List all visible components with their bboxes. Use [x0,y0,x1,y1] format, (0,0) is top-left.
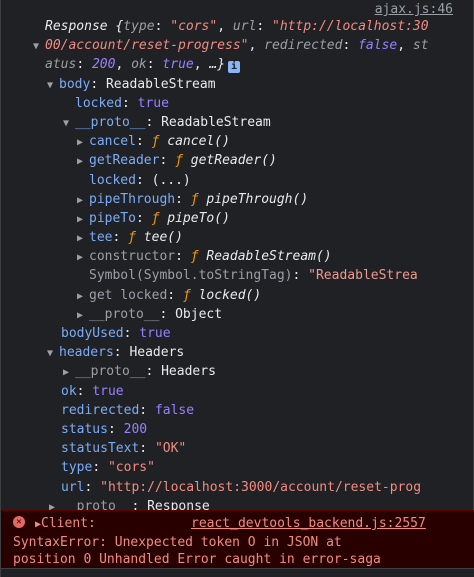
tree-row-proto-headers[interactable]: ▶ __proto__: Headers [1,362,474,381]
error-circle-icon: ✕ [13,516,25,528]
arrow-right-icon[interactable]: ▶ [63,363,75,381]
arrow-down-icon[interactable]: ▼ [47,344,59,362]
error-header[interactable]: ▶Client: [35,514,96,534]
tree-row-proto-readablestream[interactable]: ▼ __proto__: ReadableStream [1,113,474,132]
error-client-label: Client: [41,516,96,531]
arrow-down-icon[interactable]: ▼ [63,114,75,132]
tree-row-pipeto[interactable]: ▶ pipeTo: ƒ pipeTo() [1,209,474,228]
tree-row-symbol-tostringtag[interactable]: Symbol(Symbol.toStringTag): "ReadableStr… [1,266,474,285]
tree-row-bodyused[interactable]: bodyUsed: true [1,324,474,343]
tree-row-statustext[interactable]: statusText: "OK" [1,439,474,458]
tree-row-url[interactable]: url: "http://localhost:3000/account/rese… [1,478,474,497]
tree-row-proto-object[interactable]: ▶ __proto__: Object [1,305,474,324]
arrow-down-icon[interactable]: ▼ [33,37,45,55]
tree-row-status[interactable]: status: 200 [1,420,474,439]
response-summary-line-1[interactable]: Response {type: "cors", url: "http://loc… [1,17,474,36]
arrow-down-icon[interactable]: ▼ [47,76,59,94]
tree-row-locked[interactable]: locked: true [1,94,474,113]
response-label: Response [45,19,108,34]
console-error-message: ✕ ▶Client: react_devtools_backend.js:255… [1,510,474,568]
console-log-entry: Response {type: "cors", url: "http://loc… [1,17,474,516]
console-next-entry-strip [1,568,474,577]
tree-row-redirected[interactable]: redirected: false [1,401,474,420]
arrow-right-icon[interactable]: ▶ [77,133,89,151]
error-source-link[interactable]: react_devtools_backend.js:2557 [191,514,426,533]
tree-row-pipethrough[interactable]: ▶ pipeThrough: ƒ pipeThrough() [1,190,474,209]
arrow-right-icon[interactable]: ▶ [77,210,89,228]
tree-row-getreader[interactable]: ▶ getReader: ƒ getReader() [1,151,474,170]
arrow-right-icon[interactable]: ▶ [77,191,89,209]
tree-row-cancel[interactable]: ▶ cancel: ƒ cancel() [1,132,474,151]
response-summary-line-3[interactable]: atus: 200, ok: true, …} i [1,55,474,74]
info-icon[interactable]: i [228,61,241,74]
tree-row-body[interactable]: ▼ body: ReadableStream [1,75,474,94]
tree-row-type[interactable]: type: "cors" [1,458,474,477]
source-link[interactable]: ajax.js:46 [375,2,453,17]
arrow-right-icon[interactable]: ▶ [77,152,89,170]
tree-row-ok[interactable]: ok: true [1,382,474,401]
tree-row-tee[interactable]: ▶ tee: ƒ tee() [1,228,474,247]
response-summary-line-2[interactable]: ▼ 00/account/reset-progress", redirected:… [1,36,474,55]
arrow-right-icon[interactable]: ▶ [77,229,89,247]
error-text-line-2: position 0 Unhandled Error caught in err… [13,552,381,567]
arrow-right-icon[interactable]: ▶ [77,306,89,324]
tree-row-get-locked[interactable]: ▶ get locked: ƒ locked() [1,286,474,305]
tree-row-constructor[interactable]: ▶ constructor: ƒ ReadableStream() [1,247,474,266]
arrow-right-icon[interactable]: ▶ [77,287,89,305]
devtools-console: ajax.js:46 Response {type: "cors", url: … [0,0,474,577]
tree-row-headers[interactable]: ▼ headers: Headers [1,343,474,362]
tree-row-locked-getter[interactable]: locked: (...) [1,171,474,190]
arrow-right-icon[interactable]: ▶ [77,248,89,266]
